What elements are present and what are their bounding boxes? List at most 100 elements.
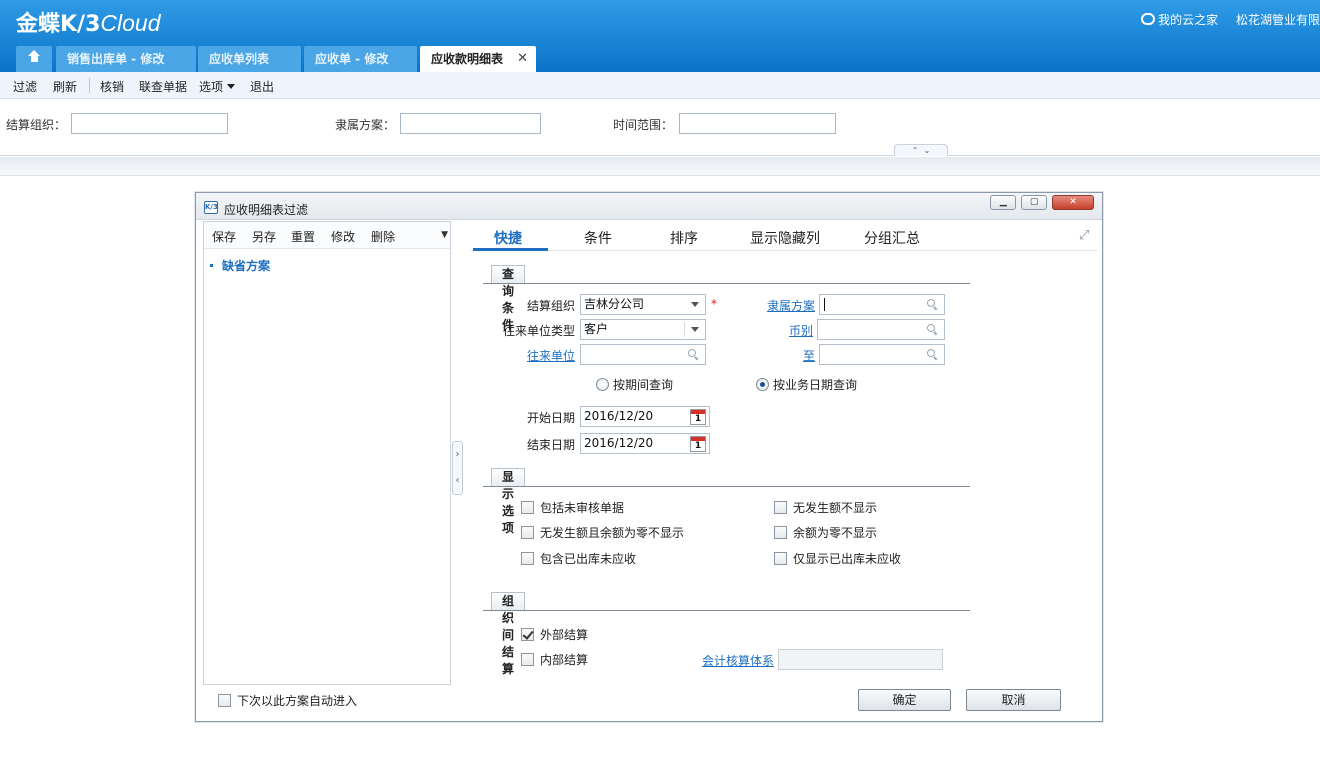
- auto-enter-checkbox[interactable]: 下次以此方案自动进入: [218, 692, 357, 709]
- close-button[interactable]: ✕: [1052, 195, 1094, 210]
- radio-button[interactable]: [596, 378, 609, 391]
- checkbox-box[interactable]: [218, 694, 231, 707]
- search-icon[interactable]: [688, 349, 699, 360]
- checkbox-box[interactable]: [521, 552, 534, 565]
- dialog-title: 应收明细表过滤: [224, 203, 309, 217]
- tab-home[interactable]: [16, 46, 52, 72]
- end-date-input[interactable]: 2016/12/20 1: [580, 433, 710, 454]
- dialog-titlebar[interactable]: K/3 应收明细表过滤 ▁ ▢ ✕: [196, 193, 1102, 220]
- active-tab-indicator: [473, 248, 548, 251]
- scheme-link[interactable]: 隶属方案: [752, 297, 815, 314]
- my-cloud-home-link[interactable]: 我的云之家: [1141, 13, 1222, 27]
- tab-group-summary[interactable]: 分组汇总: [864, 228, 920, 248]
- scheme-pane: 保存 另存 重置 修改 删除 ▼ 缺省方案: [203, 221, 451, 685]
- cancel-button[interactable]: 取消: [966, 689, 1061, 711]
- refresh-button[interactable]: 刷新: [53, 78, 77, 95]
- checkbox-box[interactable]: [521, 526, 534, 539]
- accounting-system-link[interactable]: 会计核算体系: [686, 652, 774, 669]
- scheme-item-default[interactable]: 缺省方案: [210, 257, 270, 274]
- scheme-reset-button[interactable]: 重置: [291, 228, 315, 245]
- time-range-field[interactable]: [679, 113, 836, 134]
- scheme-save-button[interactable]: 保存: [212, 228, 236, 245]
- partner-input[interactable]: [580, 344, 706, 365]
- filter-button[interactable]: 过滤: [13, 78, 37, 95]
- tab-show-hide-columns[interactable]: 显示隐藏列: [750, 228, 820, 248]
- option-hide-no-occurrence[interactable]: 无发生额不显示: [774, 499, 877, 516]
- app-header: 金蝶K/3Cloud 我的云之家 松花湖管业有限 销售出库单 - 修改 应收单列…: [0, 0, 1320, 72]
- writeoff-button[interactable]: 核销: [100, 78, 124, 95]
- tab-sort[interactable]: 排序: [670, 228, 698, 248]
- collapse-expand-toggle[interactable]: ⌃ ⌄: [894, 144, 948, 156]
- partner-type-select[interactable]: 客户: [580, 319, 706, 340]
- scheme-modify-button[interactable]: 修改: [331, 228, 355, 245]
- toolbar-divider: [89, 78, 90, 93]
- company-name[interactable]: 松花湖管业有限: [1236, 13, 1320, 27]
- radio-by-business-date[interactable]: 按业务日期查询: [756, 376, 857, 393]
- scheme-label: 隶属方案：: [335, 118, 396, 132]
- header-user-area: 我的云之家 松花湖管业有限: [1141, 11, 1320, 28]
- scheme-delete-button[interactable]: 删除: [371, 228, 395, 245]
- window-controls: ▁ ▢ ✕: [989, 195, 1094, 211]
- checkbox-box[interactable]: [774, 526, 787, 539]
- search-icon[interactable]: [927, 324, 938, 335]
- accounting-system-input[interactable]: [778, 649, 943, 670]
- end-date-label: 结束日期: [526, 438, 575, 452]
- ok-button[interactable]: 确定: [858, 689, 951, 711]
- calendar-icon[interactable]: 1: [690, 436, 706, 452]
- search-icon[interactable]: [927, 349, 938, 360]
- expand-icon[interactable]: ⤢: [1079, 229, 1093, 243]
- scheme-toolbar: 保存 另存 重置 修改 删除 ▼: [204, 222, 450, 249]
- tab-receivable-detail[interactable]: 应收款明细表 ✕: [420, 46, 536, 72]
- partner-type-label: 往来单位类型: [502, 324, 575, 338]
- tab-condition[interactable]: 条件: [584, 228, 612, 248]
- scheme-input[interactable]: [819, 294, 945, 315]
- tab-sales-outbound-edit[interactable]: 销售出库单 - 修改: [56, 46, 196, 72]
- chevron-down-icon: [691, 302, 699, 307]
- partner-link[interactable]: 往来单位: [491, 347, 575, 364]
- checkbox-box[interactable]: [774, 552, 787, 565]
- minimize-button[interactable]: ▁: [990, 195, 1017, 210]
- more-options-icon[interactable]: ▼: [441, 230, 448, 240]
- radio-button-selected[interactable]: [756, 378, 769, 391]
- tab-receivable-edit[interactable]: 应收单 - 修改: [304, 46, 417, 72]
- bullet-icon: [210, 264, 213, 267]
- pane-splitter[interactable]: › ‹: [452, 441, 463, 495]
- start-date-input[interactable]: 2016/12/20 1: [580, 406, 710, 427]
- to-link[interactable]: 至: [752, 347, 815, 364]
- maximize-button[interactable]: ▢: [1021, 195, 1048, 210]
- currency-link[interactable]: 币别: [752, 322, 813, 339]
- external-settlement-checkbox[interactable]: 外部结算: [521, 626, 588, 643]
- settle-org-field[interactable]: [71, 113, 228, 134]
- linked-query-button[interactable]: 联查单据: [139, 78, 187, 95]
- search-icon[interactable]: [927, 299, 938, 310]
- exit-button[interactable]: 退出: [250, 78, 274, 95]
- scheme-save-as-button[interactable]: 另存: [252, 228, 276, 245]
- option-hide-zero-balance[interactable]: 余额为零不显示: [774, 524, 877, 541]
- checkbox-box[interactable]: [774, 501, 787, 514]
- option-include-shipped-unbilled[interactable]: 包含已出库未应收: [521, 550, 636, 567]
- option-hide-no-occurrence-zero-balance[interactable]: 无发生额且余额为零不显示: [521, 524, 684, 541]
- option-only-shipped-unbilled[interactable]: 仅显示已出库未应收: [774, 550, 901, 567]
- calendar-icon[interactable]: 1: [690, 409, 706, 425]
- k3-app-icon: K/3: [204, 201, 218, 214]
- internal-settlement-checkbox[interactable]: 内部结算: [521, 651, 588, 668]
- tab-close-icon[interactable]: ✕: [517, 46, 528, 72]
- options-menu[interactable]: 选项: [199, 78, 236, 95]
- checkbox-box[interactable]: [521, 653, 534, 666]
- tab-quick[interactable]: 快捷: [494, 228, 522, 248]
- settle-org-label: 结算组织: [526, 299, 575, 313]
- settle-org-select[interactable]: 吉林分公司: [580, 294, 706, 315]
- checkbox-box-checked[interactable]: [521, 628, 534, 641]
- start-date-label: 开始日期: [526, 411, 575, 425]
- cloud-icon: [1141, 13, 1156, 25]
- chevron-down-icon: [691, 327, 699, 332]
- tab-receivable-list[interactable]: 应收单列表: [198, 46, 301, 72]
- currency-input[interactable]: [817, 319, 945, 340]
- to-input[interactable]: [819, 344, 945, 365]
- checkbox-box[interactable]: [521, 501, 534, 514]
- option-include-unaudited[interactable]: 包括未审核单据: [521, 499, 624, 516]
- scheme-field[interactable]: [400, 113, 541, 134]
- time-range-label: 时间范围：: [613, 118, 674, 132]
- radio-by-period[interactable]: 按期间查询: [596, 376, 673, 393]
- settle-org-label: 结算组织：: [6, 118, 67, 132]
